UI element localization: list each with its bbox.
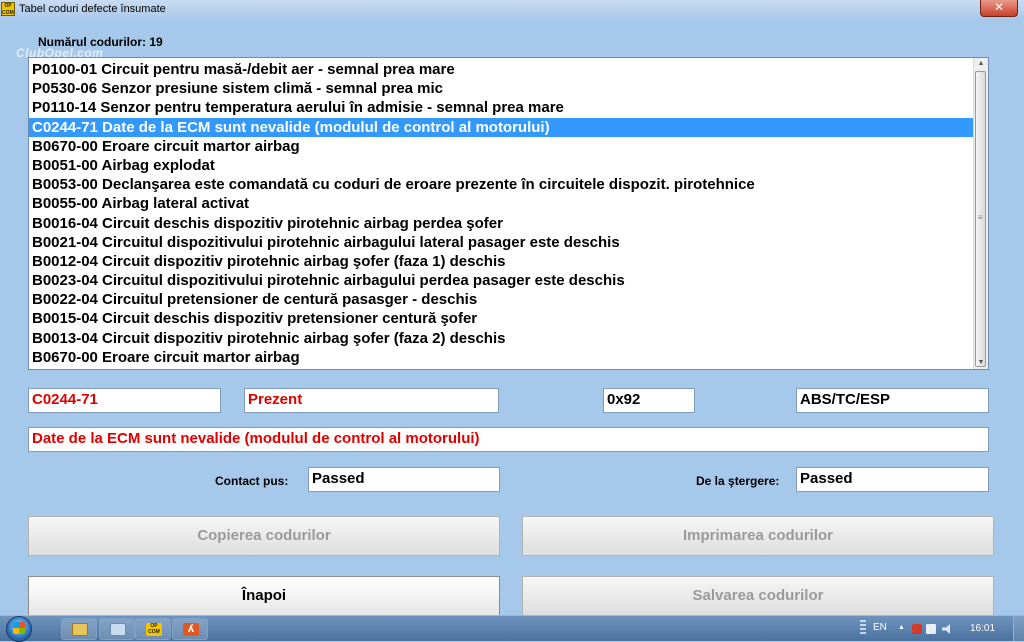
pdf-icon: ʎ: [183, 623, 199, 636]
copy-codes-button[interactable]: Copierea codurilor: [28, 516, 500, 556]
window-icon: [110, 623, 126, 636]
fault-code-item[interactable]: P0100-01 Circuit pentru masă-/debit aer …: [29, 60, 975, 79]
contact-value-field[interactable]: Passed: [308, 467, 500, 492]
back-button[interactable]: Înapoi: [28, 576, 500, 616]
fault-code-item[interactable]: B0051-00 Airbag explodat: [29, 156, 975, 175]
language-indicator[interactable]: EN: [873, 622, 887, 633]
taskbar: OP COM ʎ EN ▲ 16:01: [0, 615, 1024, 642]
volume-icon[interactable]: [942, 624, 950, 634]
selected-code-field[interactable]: C0244-71: [28, 388, 221, 413]
title-bar: OP COM Tabel coduri defecte însumate ✕: [0, 0, 1024, 20]
fault-code-item[interactable]: B0670-00 Eroare circuit martor airbag: [29, 348, 975, 367]
fault-code-items: P0100-01 Circuit pentru masă-/debit aer …: [29, 60, 975, 367]
description-field[interactable]: Date de la ECM sunt nevalide (modulul de…: [28, 427, 989, 452]
fault-code-item[interactable]: B0012-04 Circuit dispozitiv pirotehnic a…: [29, 252, 975, 271]
opcom-icon: OP COM: [146, 623, 162, 636]
fault-code-item[interactable]: B0022-04 Circuitul pretensioner de centu…: [29, 290, 975, 309]
erase-label: De la ştergere:: [696, 474, 780, 488]
taskbar-pdf-button[interactable]: ʎ: [172, 618, 208, 640]
code-count-label: Numărul codurilor: 19: [38, 35, 163, 49]
taskbar-explorer-button[interactable]: [61, 618, 97, 640]
fault-code-item[interactable]: B0015-04 Circuit deschis dispozitiv pret…: [29, 309, 975, 328]
folder-icon: [72, 623, 88, 636]
taskbar-window-button[interactable]: [99, 618, 135, 640]
scroll-up-icon[interactable]: ▲: [974, 58, 988, 70]
taskbar-grip: [860, 620, 866, 636]
module-field[interactable]: ABS/TC/ESP: [796, 388, 989, 413]
taskbar-opcom-button[interactable]: OP COM: [135, 618, 171, 640]
flag-icon[interactable]: [912, 624, 922, 634]
save-codes-button[interactable]: Salvarea codurilor: [522, 576, 994, 616]
fault-code-item[interactable]: B0023-04 Circuitul dispozitivului pirote…: [29, 271, 975, 290]
erase-value-field[interactable]: Passed: [796, 467, 989, 492]
fault-code-item[interactable]: B0053-00 Declanşarea este comandată cu c…: [29, 175, 975, 194]
clock[interactable]: 16:01: [970, 623, 995, 634]
window-title: Tabel coduri defecte însumate: [19, 3, 166, 15]
hex-code-field[interactable]: 0x92: [603, 388, 695, 413]
fault-code-item[interactable]: B0055-00 Airbag lateral activat: [29, 194, 975, 213]
windows-logo-icon: [13, 622, 25, 634]
scroll-grip-icon: ≡: [978, 213, 983, 222]
fault-code-item[interactable]: B0016-04 Circuit deschis dispozitiv piro…: [29, 214, 975, 233]
network-icon[interactable]: [926, 624, 936, 634]
print-codes-button[interactable]: Imprimarea codurilor: [522, 516, 994, 556]
fault-code-item[interactable]: P0530-06 Senzor presiune sistem climă - …: [29, 79, 975, 98]
opcom-app-icon: OP COM: [1, 2, 15, 16]
fault-code-item[interactable]: C0244-71 Date de la ECM sunt nevalide (m…: [29, 117, 975, 137]
status-field[interactable]: Prezent: [244, 388, 499, 413]
contact-label: Contact pus:: [215, 474, 289, 488]
fault-code-item[interactable]: B0670-00 Eroare circuit martor airbag: [29, 137, 975, 156]
scroll-thumb[interactable]: ≡: [975, 71, 986, 367]
scroll-down-icon[interactable]: ▼: [974, 357, 988, 369]
start-button[interactable]: [6, 616, 32, 642]
fault-code-list[interactable]: P0100-01 Circuit pentru masă-/debit aer …: [28, 57, 989, 370]
list-scrollbar[interactable]: ▲ ≡ ▼: [973, 58, 988, 369]
fault-code-item[interactable]: B0021-04 Circuitul dispozitivului pirote…: [29, 233, 975, 252]
close-button[interactable]: ✕: [980, 0, 1018, 17]
fault-code-item[interactable]: P0110-14 Senzor pentru temperatura aerul…: [29, 98, 975, 117]
show-desktop-button[interactable]: [1013, 616, 1024, 641]
fault-code-item[interactable]: B0013-04 Circuit dispozitiv pirotehnic a…: [29, 329, 975, 348]
tray-expand-icon[interactable]: ▲: [898, 624, 905, 631]
